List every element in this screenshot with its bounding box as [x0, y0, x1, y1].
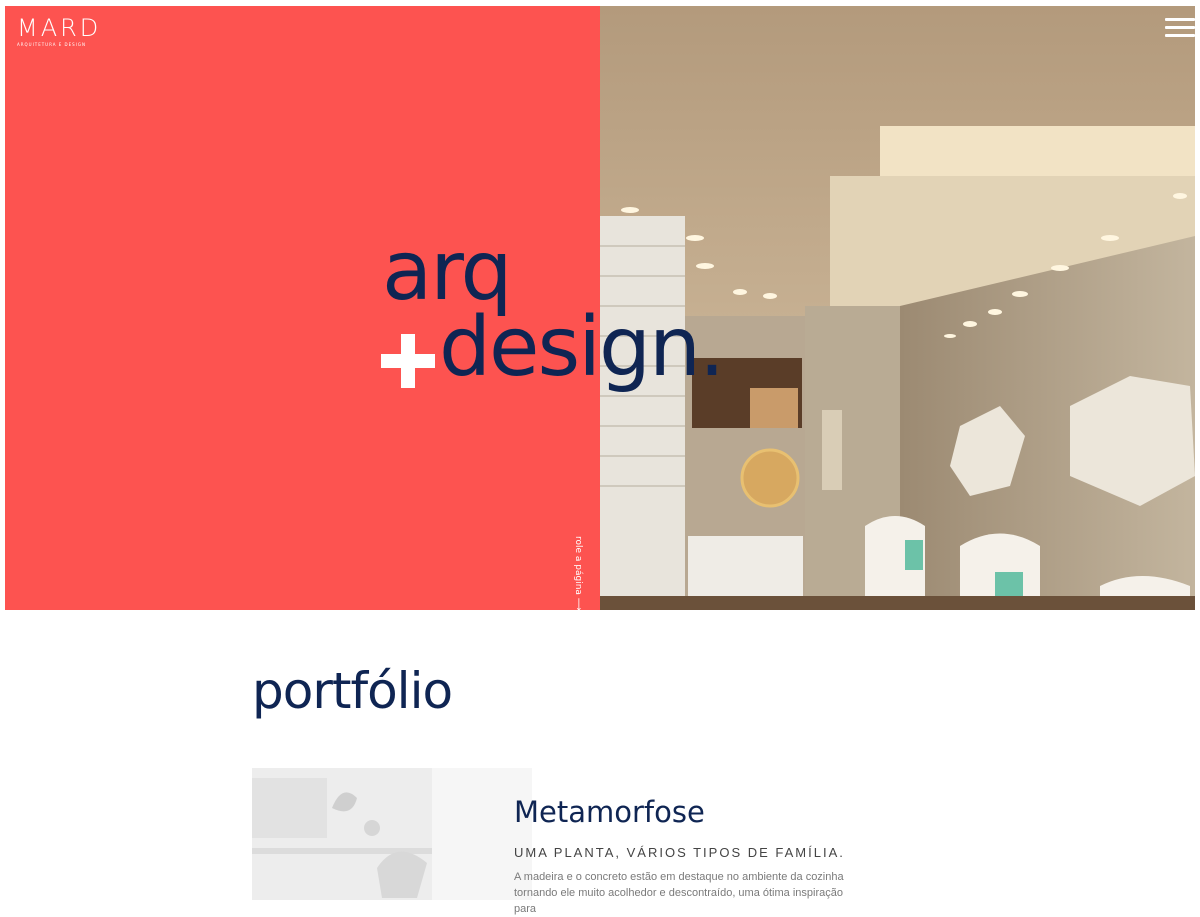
plus-icon: [381, 333, 435, 388]
project-thumbnail[interactable]: [252, 768, 532, 900]
hero-section: MARD ARQUITETURA E DESIGN arq design. ro…: [5, 6, 1195, 610]
portfolio-heading: portfólio: [252, 662, 453, 720]
hamburger-icon[interactable]: [1165, 18, 1195, 40]
headline-word-design: design.: [439, 300, 725, 395]
project-description: A madeira e o concreto estão em destaque…: [514, 871, 844, 915]
scroll-hint[interactable]: role a página ⟶: [573, 536, 583, 610]
headline-line-2: design.: [381, 307, 725, 398]
logo-subtitle: ARQUITETURA E DESIGN: [17, 42, 86, 47]
project-tagline: UMA PLANTA, VÁRIOS TIPOS DE FAMÍLIA.: [514, 845, 845, 860]
page-top-border: [0, 0, 1200, 5]
project-title[interactable]: Metamorfose: [514, 795, 705, 829]
logo-mark: MARD: [17, 14, 102, 42]
site-logo[interactable]: MARD ARQUITETURA E DESIGN: [17, 14, 102, 52]
